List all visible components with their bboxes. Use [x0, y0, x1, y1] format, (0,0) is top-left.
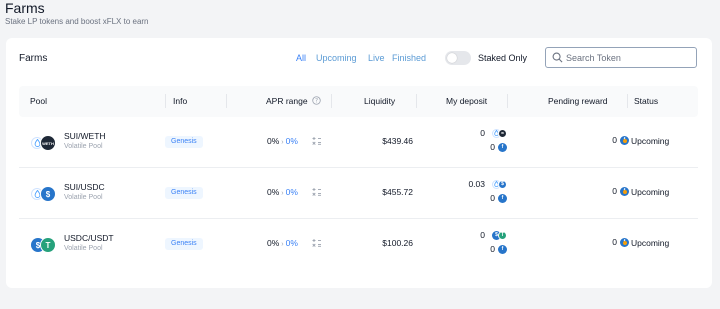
apr-range: 0% › 0% — [267, 187, 298, 197]
apr-base: 0% — [267, 136, 280, 146]
apr-base: 0% — [267, 238, 280, 248]
arrow-icon: › — [281, 139, 284, 146]
header-status: Status — [634, 96, 659, 106]
search-icon — [552, 52, 563, 63]
usdt-icon: T — [40, 237, 56, 253]
header-divider — [165, 94, 166, 108]
weth-icon: W — [498, 128, 507, 138]
table-row[interactable]: $ T USDC/USDT Volatile Pool Genesis 0% › 0… — [19, 219, 698, 270]
flx-icon: f — [498, 193, 507, 203]
apr-boost: 0% — [285, 187, 298, 197]
page-subtitle: Stake LP tokens and boost xFLX to earn — [5, 17, 149, 26]
header-divider — [627, 94, 628, 108]
header-divider — [507, 94, 508, 108]
arrow-icon: › — [281, 241, 284, 248]
status-badge: Upcoming — [623, 136, 669, 146]
info-badge: Genesis — [165, 136, 203, 148]
filter-all[interactable]: All — [296, 53, 306, 63]
apr-boost: 0% — [285, 136, 298, 146]
calculator-icon[interactable] — [312, 238, 322, 248]
pending-amount: 0 — [612, 186, 617, 196]
search-box — [545, 47, 697, 68]
header-pending: Pending reward — [548, 96, 608, 106]
deposit-token-b: 0f — [490, 193, 507, 203]
farms-table: Pool Info APR range ? Liquidity My depos… — [19, 86, 698, 270]
info-badge: Genesis — [165, 238, 203, 250]
usdc-icon: $ — [498, 179, 507, 189]
usdt-icon: T — [498, 230, 507, 240]
card-title: Farms — [19, 53, 48, 64]
deposit-amount: 0 — [490, 193, 495, 203]
header-liquidity: Liquidity — [364, 96, 396, 106]
deposit-amount: 0.03 — [468, 179, 485, 189]
staked-only-toggle[interactable] — [445, 51, 471, 65]
calculator-icon[interactable] — [312, 187, 322, 197]
apr-range: 0% › 0% — [267, 136, 298, 146]
liquidity-value: $455.72 — [382, 187, 413, 197]
deposit-amount: 0 — [480, 128, 485, 138]
deposit-amount: 0 — [490, 142, 495, 152]
deposit-token-b: 0f — [490, 244, 507, 254]
header-apr: APR range — [266, 96, 308, 106]
pool-type: Volatile Pool — [64, 143, 103, 150]
usdc-icon: $ — [40, 186, 56, 202]
deposit-amount: 0 — [480, 230, 485, 240]
svg-text:?: ? — [315, 99, 318, 105]
table-row[interactable]: WETH SUI/WETH Volatile Pool Genesis 0% › 0… — [19, 117, 698, 168]
liquidity-value: $439.46 — [382, 136, 413, 146]
deposit-amount: 0 — [490, 244, 495, 254]
flx-icon: f — [498, 142, 507, 152]
header-divider — [331, 94, 332, 108]
deposit-token-b: 0f — [490, 142, 507, 152]
table-header: Pool Info APR range ? Liquidity My depos… — [19, 86, 698, 117]
deposit-token-a: 0W — [480, 128, 507, 138]
deposit-token-a: 0 $ T — [480, 230, 507, 240]
filter-finished[interactable]: Finished — [392, 53, 426, 63]
flx-icon: f — [498, 244, 507, 254]
arrow-icon: › — [281, 190, 284, 197]
pool-name: USDC/USDT — [64, 233, 114, 243]
pool-name: SUI/USDC — [64, 182, 105, 192]
deposit-token-a: 0.03 $ — [468, 179, 507, 189]
header-divider — [226, 94, 227, 108]
pending-amount: 0 — [612, 135, 617, 145]
pending-amount: 0 — [612, 237, 617, 247]
pair-icons: WETH — [31, 135, 57, 151]
filter-upcoming[interactable]: Upcoming — [316, 53, 357, 63]
header-pool: Pool — [30, 96, 48, 106]
calculator-icon[interactable] — [312, 136, 322, 146]
page-title: Farms — [5, 0, 45, 16]
pool-name: SUI/WETH — [64, 131, 106, 141]
status-dot — [623, 241, 627, 245]
header-divider — [416, 94, 417, 108]
info-icon[interactable]: ? — [312, 96, 321, 105]
status-dot — [623, 190, 627, 194]
status-dot — [623, 139, 627, 143]
farms-card: Farms All Upcoming Live Finished Staked … — [6, 38, 712, 288]
staked-only-label: Staked Only — [478, 53, 528, 63]
weth-icon: WETH — [40, 135, 56, 151]
info-badge: Genesis — [165, 187, 203, 199]
pair-icons: $ — [31, 186, 57, 202]
status-text: Upcoming — [631, 238, 670, 248]
pair-icons: $ T — [31, 237, 57, 253]
status-text: Upcoming — [631, 187, 670, 197]
search-input[interactable] — [566, 50, 691, 65]
header-deposit: My deposit — [446, 96, 488, 106]
header-info: Info — [173, 96, 188, 106]
toggle-knob — [447, 53, 457, 63]
liquidity-value: $100.26 — [382, 238, 413, 248]
status-badge: Upcoming — [623, 187, 669, 197]
pool-type: Volatile Pool — [64, 194, 103, 201]
apr-boost: 0% — [285, 238, 298, 248]
pool-type: Volatile Pool — [64, 245, 103, 252]
table-row[interactable]: $ SUI/USDC Volatile Pool Genesis 0% › 0% $… — [19, 168, 698, 219]
status-badge: Upcoming — [623, 238, 669, 248]
apr-range: 0% › 0% — [267, 238, 298, 248]
status-text: Upcoming — [631, 136, 670, 146]
apr-base: 0% — [267, 187, 280, 197]
filter-live[interactable]: Live — [368, 53, 385, 63]
